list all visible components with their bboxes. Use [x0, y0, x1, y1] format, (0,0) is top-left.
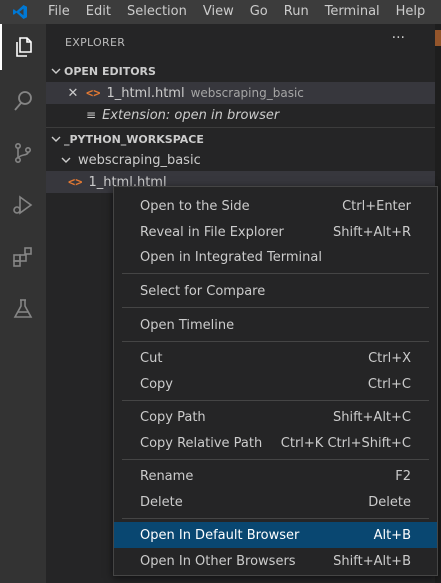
menu-open-in-terminal[interactable]: Open in Integrated Terminal [114, 244, 437, 270]
menu-shortcut: Ctrl+C [367, 376, 411, 392]
menu-open-to-side[interactable]: Open to the Side Ctrl+Enter [114, 193, 437, 219]
open-editor-filename: 1_html.html [106, 85, 185, 101]
chevron-down-icon [48, 134, 64, 144]
menu-run[interactable]: Run [276, 0, 317, 24]
menu-shortcut: F2 [395, 468, 411, 484]
menu-copy[interactable]: Copy Ctrl+C [114, 371, 437, 397]
menu-separator [122, 518, 429, 519]
menu-label: Cut [140, 350, 163, 366]
menu-label: Open In Other Browsers [140, 553, 296, 569]
menu-label: Copy Relative Path [140, 435, 263, 451]
menu-label: Open to the Side [140, 198, 250, 214]
menu-separator [122, 459, 429, 460]
menu-label: Open In Default Browser [140, 527, 300, 543]
menu-selection[interactable]: Selection [119, 0, 195, 24]
menu-separator [122, 400, 429, 401]
menu-separator [122, 341, 429, 342]
menu-delete[interactable]: Delete Delete [114, 489, 437, 515]
open-editor-item[interactable]: ≡ Extension: open in browser [46, 104, 435, 126]
menu-label: Select for Compare [140, 283, 266, 299]
activity-bar [0, 24, 46, 583]
chevron-down-icon [58, 155, 74, 165]
search-icon[interactable] [0, 78, 46, 124]
menu-shortcut: Shift+Alt+R [333, 224, 411, 240]
menu-shortcut: Ctrl+Enter [342, 198, 411, 214]
html-file-icon: <> [68, 175, 83, 189]
menu-reveal-in-explorer[interactable]: Reveal in File Explorer Shift+Alt+R [114, 219, 437, 245]
open-editor-folder: webscraping_basic [190, 86, 304, 100]
menu-label: Reveal in File Explorer [140, 224, 284, 240]
menu-open-timeline[interactable]: Open Timeline [114, 312, 437, 338]
context-menu: Open to the Side Ctrl+Enter Reveal in Fi… [113, 186, 438, 576]
open-editor-item[interactable]: ✕ <> 1_html.html webscraping_basic [46, 82, 435, 104]
editor-tab-edge[interactable] [435, 30, 441, 46]
menu-shortcut: Shift+Alt+C [332, 409, 411, 425]
open-editors-header[interactable]: OPEN EDITORS [46, 60, 435, 82]
menu-cut[interactable]: Cut Ctrl+X [114, 345, 437, 371]
folder-item[interactable]: webscraping_basic [46, 149, 435, 171]
chevron-down-icon [48, 66, 64, 76]
menu-separator [122, 307, 429, 308]
explorer-icon[interactable] [0, 24, 46, 70]
menu-open-in-other-browsers[interactable]: Open In Other Browsers Shift+Alt+B [114, 548, 437, 574]
title-bar: File Edit Selection View Go Run Terminal… [0, 0, 441, 24]
menu-shortcut: Ctrl+K Ctrl+Shift+C [280, 435, 411, 451]
menu-label: Copy Path [140, 409, 206, 425]
menu-shortcut: Delete [368, 494, 411, 510]
close-icon[interactable]: ✕ [64, 86, 82, 101]
vscode-logo-icon [0, 0, 40, 24]
menu-edit[interactable]: Edit [78, 0, 119, 24]
menu-open-in-default-browser[interactable]: Open In Default Browser Alt+B [114, 522, 437, 548]
workspace-header[interactable]: _PYTHON_WORKSPACE [46, 127, 435, 150]
menu-copy-relative-path[interactable]: Copy Relative Path Ctrl+K Ctrl+Shift+C [114, 430, 437, 456]
menu-terminal[interactable]: Terminal [317, 0, 388, 24]
folder-name: webscraping_basic [78, 152, 201, 168]
menu-shortcut: Ctrl+X [368, 350, 411, 366]
menu-shortcut: Shift+Alt+B [333, 553, 411, 569]
source-control-icon[interactable] [0, 130, 46, 176]
preview-icon: ≡ [86, 108, 97, 122]
open-editor-extension: Extension: open in browser [102, 107, 280, 123]
menu-copy-path[interactable]: Copy Path Shift+Alt+C [114, 404, 437, 430]
html-file-icon: <> [86, 86, 101, 100]
menu-label: Open Timeline [140, 317, 235, 333]
menu-file[interactable]: File [40, 0, 78, 24]
menu-separator [122, 273, 429, 274]
menu-shortcut: Alt+B [373, 527, 411, 543]
menu-label: Copy [140, 376, 173, 392]
menu-label: Delete [140, 494, 183, 510]
menu-go[interactable]: Go [242, 0, 276, 24]
menu-help[interactable]: Help [388, 0, 434, 24]
menu-label: Rename [140, 468, 194, 484]
menu-view[interactable]: View [195, 0, 242, 24]
open-editors-label: OPEN EDITORS [64, 64, 156, 78]
more-actions-icon[interactable]: ··· [392, 30, 405, 46]
menu-label: Open in Integrated Terminal [140, 249, 322, 265]
run-debug-icon[interactable] [0, 182, 46, 228]
workspace-label: _PYTHON_WORKSPACE [64, 132, 204, 146]
testing-icon[interactable] [0, 286, 46, 332]
explorer-title: EXPLORER [65, 36, 126, 49]
extensions-icon[interactable] [0, 234, 46, 280]
menu-rename[interactable]: Rename F2 [114, 463, 437, 489]
menu-select-for-compare[interactable]: Select for Compare [114, 278, 437, 304]
